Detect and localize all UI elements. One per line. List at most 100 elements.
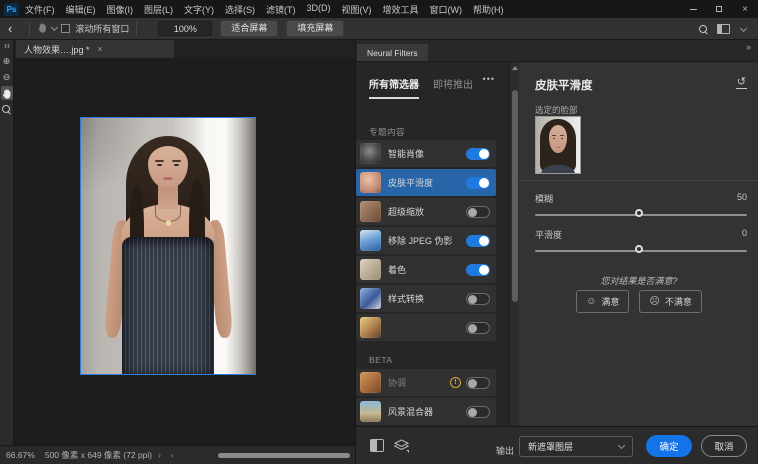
menu-item-8[interactable]: 视图(V) bbox=[342, 3, 372, 16]
close-button[interactable]: × bbox=[732, 0, 758, 18]
hand-tool-selected-icon[interactable] bbox=[1, 86, 13, 100]
panel-grip-icon[interactable] bbox=[4, 44, 10, 48]
horizontal-scrollbar-thumb[interactable] bbox=[218, 453, 350, 458]
satisfied-button[interactable]: ☺ 满意 bbox=[576, 290, 629, 313]
zoom-in-tool-icon[interactable]: ⊕ bbox=[1, 54, 13, 68]
zoom-percentage-field[interactable]: 100% bbox=[158, 21, 212, 36]
panel-collapse-icon[interactable]: » bbox=[746, 42, 751, 52]
scroll-up-icon[interactable] bbox=[512, 66, 518, 70]
filter-item-风景混合器[interactable]: 风景混合器 bbox=[356, 398, 496, 425]
document-close-icon[interactable]: × bbox=[98, 44, 103, 54]
menu-item-3[interactable]: 图层(L) bbox=[144, 3, 173, 16]
workspace-chevron-icon[interactable] bbox=[740, 24, 747, 31]
neural-filters-header: Neural Filters » bbox=[356, 40, 758, 62]
smoothness-slider-track[interactable] bbox=[535, 250, 747, 252]
workspace-icon[interactable] bbox=[717, 24, 730, 34]
filter-toggle-on[interactable] bbox=[466, 148, 490, 160]
canvas[interactable] bbox=[14, 58, 355, 445]
selected-face-thumbnail[interactable] bbox=[535, 116, 581, 174]
filter-thumbnail-icon bbox=[360, 372, 381, 393]
divider bbox=[29, 22, 30, 36]
menu-item-5[interactable]: 选择(S) bbox=[225, 3, 255, 16]
fit-screen-button[interactable]: 适合屏幕 bbox=[220, 20, 278, 37]
filter-item-智能肖像[interactable]: 智能肖像 bbox=[356, 140, 496, 167]
fill-screen-button[interactable]: 填充屏幕 bbox=[286, 20, 344, 37]
filter-thumbnail-icon bbox=[360, 401, 381, 422]
menu-item-11[interactable]: 帮助(H) bbox=[473, 3, 504, 16]
filter-item-协调[interactable]: 协调! bbox=[356, 369, 496, 396]
blur-slider-track[interactable] bbox=[535, 214, 747, 216]
filter-toggle-off[interactable] bbox=[466, 206, 490, 218]
filter-thumbnail-icon bbox=[360, 143, 381, 164]
menu-item-4[interactable]: 文字(Y) bbox=[184, 3, 214, 16]
smile-icon: ☺ bbox=[586, 296, 596, 307]
portrait-photo[interactable] bbox=[80, 117, 256, 375]
filter-toggle-off[interactable] bbox=[466, 293, 490, 305]
tab-coming-soon[interactable]: 即将推出 bbox=[433, 76, 473, 99]
filter-item-unnamed-0-6[interactable] bbox=[356, 314, 496, 341]
filter-toggle-on[interactable] bbox=[466, 264, 490, 276]
menu-item-6[interactable]: 滤镜(T) bbox=[266, 3, 296, 16]
document-tab[interactable]: 人物效果….jpg * × bbox=[16, 40, 174, 58]
menu-item-10[interactable]: 窗口(W) bbox=[430, 3, 463, 16]
neural-filters-panel-tab[interactable]: Neural Filters bbox=[357, 44, 428, 61]
smoothness-slider-knob[interactable] bbox=[635, 245, 643, 253]
zoom-tool-icon[interactable] bbox=[1, 102, 13, 116]
filter-item-label: 移除 JPEG 伪影 bbox=[388, 234, 466, 247]
filter-toggle-off[interactable] bbox=[466, 377, 490, 389]
section-header-1: BETA bbox=[369, 355, 393, 365]
output-label: 输出 bbox=[496, 444, 514, 457]
hand-options-chevron-icon[interactable] bbox=[51, 24, 58, 31]
filter-toggle-on[interactable] bbox=[466, 177, 490, 189]
status-zoom-level[interactable]: 66.67% bbox=[6, 450, 35, 460]
photoshop-window: Ps 文件(F)编辑(E)图像(I)图层(L)文字(Y)选择(S)滤镜(T)3D… bbox=[0, 0, 758, 464]
filter-toggle-off[interactable] bbox=[466, 322, 490, 334]
scroll-all-windows-checkbox[interactable] bbox=[61, 24, 70, 33]
back-icon[interactable]: ‹ bbox=[8, 22, 12, 35]
ok-button[interactable]: 确定 bbox=[646, 435, 692, 457]
layers-icon[interactable] bbox=[394, 439, 409, 458]
menu-item-2[interactable]: 图像(I) bbox=[107, 3, 134, 16]
filter-item-超级缩放[interactable]: 超级缩放 bbox=[356, 198, 496, 225]
filter-title: 皮肤平滑度 bbox=[535, 77, 593, 93]
filter-item-label: 样式转换 bbox=[388, 292, 466, 305]
unsatisfied-button[interactable]: ☹ 不满意 bbox=[639, 290, 701, 313]
filter-item-移除 JPEG 伪影[interactable]: 移除 JPEG 伪影 bbox=[356, 227, 496, 254]
filter-thumbnail-icon bbox=[360, 172, 381, 193]
scrollbar-thumb[interactable] bbox=[512, 90, 518, 302]
filter-toggle-off[interactable] bbox=[466, 406, 490, 418]
reset-icon[interactable]: ↺ bbox=[736, 76, 747, 89]
filter-item-样式转换[interactable]: 样式转换 bbox=[356, 285, 496, 312]
tab-all-filters[interactable]: 所有筛选器 bbox=[369, 76, 419, 99]
zoom-out-tool-icon[interactable]: ⊖ bbox=[1, 70, 13, 84]
filter-item-皮肤平滑度[interactable]: 皮肤平滑度 bbox=[356, 169, 496, 196]
restore-icon bbox=[716, 6, 722, 12]
neural-filters-footer: 输出 新遮罩图层 确定 取消 bbox=[356, 426, 758, 464]
restore-button[interactable] bbox=[706, 0, 732, 18]
portrait-pendant bbox=[166, 220, 171, 225]
smoothness-slider: 平滑度 0 bbox=[535, 228, 747, 252]
cancel-button[interactable]: 取消 bbox=[701, 435, 747, 457]
search-icon[interactable] bbox=[699, 25, 708, 34]
filter-toggle-on[interactable] bbox=[466, 235, 490, 247]
menu-item-7[interactable]: 3D(D) bbox=[307, 3, 331, 16]
filter-list-scrollbar[interactable] bbox=[509, 62, 519, 426]
hscroll-left-icon[interactable]: ‹ bbox=[171, 450, 174, 460]
status-chevron-icon[interactable]: › bbox=[158, 450, 161, 460]
more-options-icon[interactable]: ••• bbox=[483, 74, 495, 84]
magnifier-icon bbox=[2, 105, 11, 114]
section-header-0: 专题内容 bbox=[369, 126, 405, 138]
menu-item-0[interactable]: 文件(F) bbox=[25, 3, 55, 16]
minimize-button[interactable] bbox=[680, 0, 706, 18]
hand-tool-icon[interactable] bbox=[37, 22, 48, 35]
menu-item-1[interactable]: 编辑(E) bbox=[66, 3, 96, 16]
titlebar: Ps 文件(F)编辑(E)图像(I)图层(L)文字(Y)选择(S)滤镜(T)3D… bbox=[0, 0, 758, 18]
blur-slider-value: 50 bbox=[737, 192, 747, 205]
filter-list: 所有筛选器 即将推出 ••• 专题内容智能肖像皮肤平滑度超级缩放移除 JPEG … bbox=[356, 62, 509, 426]
filter-item-着色[interactable]: 着色 bbox=[356, 256, 496, 283]
menu-item-9[interactable]: 增效工具 bbox=[383, 3, 419, 16]
output-select[interactable]: 新遮罩图层 bbox=[519, 436, 633, 457]
window-controls: × bbox=[680, 0, 758, 18]
before-after-preview-icon[interactable] bbox=[370, 439, 384, 452]
blur-slider-knob[interactable] bbox=[635, 209, 643, 217]
